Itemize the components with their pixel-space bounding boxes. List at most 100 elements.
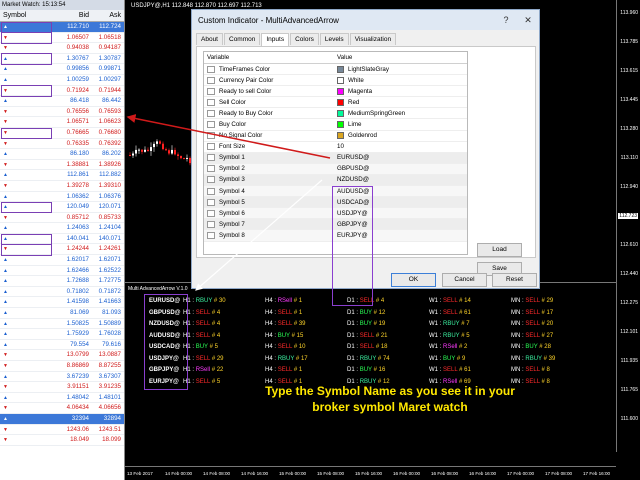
input-row[interactable]: Symbol 5 USDCAD@ <box>204 197 467 209</box>
market-watch-row[interactable]: ▲EURCHF@ 1.06362 1.06376 <box>0 192 124 203</box>
input-row[interactable]: Sell Color Red <box>204 97 467 109</box>
market-watch-row[interactable]: ▲SGDJPY@ 79.554 79.616 <box>0 340 124 351</box>
market-watch-row[interactable]: ▼GBPUSD@ 1.24244 1.24261 <box>0 244 124 256</box>
market-watch-row[interactable]: ▼EURTRY@ 3.91151 3.91235 <box>0 382 124 393</box>
market-watch-row[interactable]: ▼AUDNZD@ 1.06571 1.06623 <box>0 117 124 128</box>
input-value[interactable]: GBPUSD@ <box>334 164 467 174</box>
input-row[interactable]: Symbol 7 GBPJPY@ <box>204 219 467 231</box>
input-value[interactable]: Magenta <box>334 86 467 96</box>
market-watch-row[interactable]: ▼EURCAD@ 1.39278 1.39310 <box>0 181 124 192</box>
input-value[interactable]: GBPJPY@ <box>334 219 467 229</box>
market-watch-row[interactable]: ▼GOLD@ 1243.06 1243.51 <box>0 425 124 436</box>
input-row[interactable]: TimeFrames Color LightSlateGray <box>204 64 467 76</box>
input-value[interactable]: Lime <box>334 119 467 129</box>
input-row[interactable]: Symbol 3 NZDUSD@ <box>204 174 467 187</box>
market-watch-row[interactable]: ▼EURGBP@ 0.85712 0.85733 <box>0 213 124 224</box>
market-watch-row[interactable]: ▲USDCHF@ 0.99856 0.99871 <box>0 64 124 75</box>
input-value[interactable]: Red <box>334 97 467 107</box>
input-value[interactable]: AUDUSD@ <box>334 186 467 196</box>
market-watch-row[interactable]: ▼EURUSD@ 1.06507 1.06518 <box>0 33 124 44</box>
market-watch-row[interactable]: ▼EURAUD@ 1.38881 1.38926 <box>0 160 124 171</box>
market-watch-row[interactable]: ▼NZDCAD@ 0.94038 0.94187 <box>0 43 124 54</box>
timeframe-label: W1 <box>429 309 438 316</box>
market-watch-row[interactable]: ▼USDZAR@ 13.0799 13.0887 <box>0 350 124 361</box>
market-watch-row[interactable]: ▲USDTRY@ 3.67239 3.67307 <box>0 372 124 383</box>
input-value[interactable]: EURUSD@ <box>334 153 467 163</box>
signal-label: BUY <box>359 309 372 316</box>
input-value[interactable]: 10 <box>334 142 467 152</box>
input-row[interactable]: No Signal Color Goldenrod <box>204 131 467 142</box>
input-row[interactable]: Symbol 6 USDJPY@ <box>204 208 467 220</box>
ok-button[interactable]: OK <box>391 273 436 287</box>
market-watch-row[interactable]: ▼NZDUSD@ 0.71924 0.71944 <box>0 86 124 97</box>
input-value[interactable]: USDCAD@ <box>334 197 467 207</box>
help-button[interactable]: ? <box>495 15 517 25</box>
market-watch-row[interactable]: ▼USDPLN@ 4.06434 4.06656 <box>0 403 124 414</box>
market-watch-row[interactable]: ▲GBPAUD@ 1.62017 1.62071 <box>0 255 124 266</box>
input-value[interactable]: MediumSpringGreen <box>334 108 467 118</box>
bid-cell: 0.76556 <box>66 107 89 115</box>
col-variable[interactable]: Variable <box>204 52 334 63</box>
market-watch-row[interactable]: ▲USDJPY@ 112.710 112.724 <box>0 22 124 33</box>
col-bid[interactable]: Bid <box>56 10 89 21</box>
col-symbol[interactable]: Symbol <box>0 10 56 21</box>
market-watch-row[interactable]: ▲USDSGD@ 1.41598 1.41663 <box>0 297 124 309</box>
close-icon[interactable]: ✕ <box>517 15 539 26</box>
time-axis[interactable]: 13 Feb 2017 14 Feb 00:00 14 Feb 08:00 14 Fe… <box>125 466 616 480</box>
load-button[interactable]: Load <box>477 243 522 257</box>
input-row[interactable]: Symbol 1 EURUSD@ <box>204 152 467 164</box>
market-watch-row[interactable]: ▲EURSGD@ 1.50825 1.50889 <box>0 319 124 330</box>
market-watch-row[interactable]: ▼CADCHF@ 0.76335 0.76392 <box>0 139 124 150</box>
market-watch-row[interactable]: ▲EURNZD@ 1.48042 1.48101 <box>0 393 124 404</box>
market-watch-row[interactable]: ▲EURJPY@ 120.049 120.071 <box>0 202 124 213</box>
tab-common[interactable]: Common <box>224 33 261 45</box>
input-row[interactable]: Ready to Buy Color MediumSpringGreen <box>204 108 467 120</box>
signal-label: SELL <box>195 321 211 327</box>
tab-visualization[interactable]: Visualization <box>349 33 397 45</box>
tab-inputs[interactable]: Inputs <box>261 33 290 46</box>
market-watch-row[interactable]: ▼AUDCHF@ 0.76556 0.76593 <box>0 107 124 118</box>
market-watch-row[interactable]: ▼USDSEK@ 8.86869 8.87255 <box>0 361 124 372</box>
market-watch-row[interactable]: ▲GBPSGD@ 1.75929 1.76028 <box>0 329 124 340</box>
market-watch-row[interactable]: ▲USDIRR@ 32394 32894 <box>0 413 124 425</box>
parameter-icon <box>207 154 215 162</box>
market-watch-row[interactable]: ▲AUDCAD@ 1.00259 1.00297 <box>0 75 124 86</box>
market-watch-row[interactable]: ▲NZDJPY@ 81.069 81.093 <box>0 308 124 319</box>
bid-cell: 1.48042 <box>66 393 89 401</box>
market-watch-row[interactable]: ▲AUDJPY@ 86.418 86.442 <box>0 96 124 107</box>
input-row[interactable]: Symbol 8 EURJPY@ <box>204 230 467 242</box>
tab-about[interactable]: About <box>196 33 223 45</box>
cancel-button[interactable]: Cancel <box>442 273 487 287</box>
price-label: 113.280 <box>620 126 638 132</box>
market-watch-row[interactable]: ▲GBPCAD@ 1.62466 1.62522 <box>0 266 124 277</box>
input-row[interactable]: Font Size 10 <box>204 142 467 153</box>
market-watch-row[interactable]: ▼AUDUSD@ 0.76665 0.76680 <box>0 128 124 139</box>
market-watch-row[interactable]: ▲USDCAD@ 1.30767 1.30787 <box>0 54 124 65</box>
market-watch-row[interactable]: ▲NZDCHF@ 0.71802 0.71872 <box>0 287 124 298</box>
input-value[interactable]: LightSlateGray <box>334 64 467 74</box>
market-watch-row[interactable]: ▼SILVER@ 18.049 18.099 <box>0 435 124 446</box>
market-watch-row[interactable]: ▲GBPNZD@ 1.72688 1.72775 <box>0 276 124 287</box>
input-row[interactable]: Symbol 2 GBPUSD@ <box>204 163 467 175</box>
input-row[interactable]: Buy Color Lime <box>204 119 467 131</box>
tab-levels[interactable]: Levels <box>319 33 349 45</box>
market-watch-row[interactable]: ▲CHFJPY@ 112.861 112.882 <box>0 170 124 181</box>
input-row[interactable]: Symbol 4 AUDUSD@ <box>204 186 467 198</box>
input-value[interactable]: NZDUSD@ <box>334 175 467 185</box>
input-row[interactable]: Currency Pair Color White <box>204 75 467 87</box>
input-value[interactable]: White <box>334 75 467 85</box>
price-scale[interactable]: 113.960 113.785 113.615 113.445 113.280 113.1… <box>616 0 640 452</box>
reset-button[interactable]: Reset <box>492 273 537 287</box>
col-ask[interactable]: Ask <box>89 10 123 21</box>
input-value[interactable]: USDJPY@ <box>334 208 467 218</box>
input-row[interactable]: Ready to sell Color Magenta <box>204 86 467 98</box>
input-value[interactable]: Goldenrod <box>334 131 467 141</box>
tab-colors[interactable]: Colors <box>290 33 319 45</box>
input-value[interactable]: EURJPY@ <box>334 230 467 240</box>
time-label: 15 Feb 16:00 <box>355 471 383 476</box>
indicator-subwindow[interactable]: Multi AdvancedArrow V.1.0 EURUSD@ H1 : RB… <box>125 282 616 452</box>
market-watch-row[interactable]: ▲GBPJPY@ 140.041 140.071 <box>0 234 124 245</box>
market-watch-row[interactable]: ▲CADJPY@ 86.180 86.202 <box>0 149 124 160</box>
col-value[interactable]: Value <box>334 52 467 63</box>
market-watch-row[interactable]: ▲GBPCHF@ 1.24063 1.24104 <box>0 223 124 234</box>
